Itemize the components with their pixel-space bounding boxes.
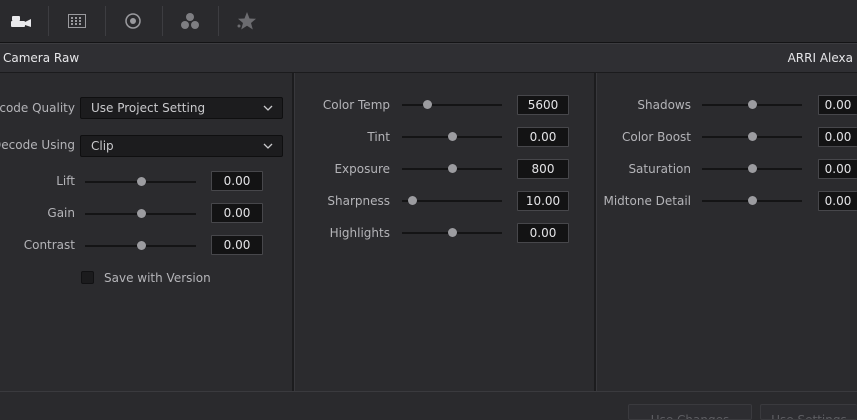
chevron-down-icon bbox=[263, 143, 273, 149]
color-boost-field[interactable]: 0.00 bbox=[818, 127, 857, 147]
lift-slider[interactable] bbox=[85, 176, 196, 188]
slider-knob[interactable] bbox=[408, 196, 417, 205]
toolbar-separator bbox=[218, 6, 219, 36]
lift-field[interactable]: 0.00 bbox=[211, 171, 263, 191]
tint-field[interactable]: 0.00 bbox=[517, 127, 569, 147]
column-divider bbox=[594, 73, 597, 391]
slider-knob[interactable] bbox=[136, 241, 146, 250]
highlights-slider[interactable] bbox=[402, 227, 502, 239]
slider-knob[interactable] bbox=[748, 100, 757, 109]
column-divider bbox=[292, 73, 295, 391]
toolbar-separator bbox=[105, 6, 106, 36]
page-title: Camera Raw bbox=[3, 51, 80, 65]
contrast-field[interactable]: 0.00 bbox=[211, 235, 263, 255]
slider-knob[interactable] bbox=[748, 132, 757, 141]
sharpness-slider[interactable] bbox=[402, 195, 502, 207]
midtone-detail-field[interactable]: 0.00 bbox=[818, 191, 857, 211]
saturation-label: Saturation bbox=[628, 162, 691, 176]
color-chart-icon[interactable] bbox=[62, 7, 92, 35]
slider-knob[interactable] bbox=[448, 132, 457, 141]
target-icon[interactable] bbox=[118, 7, 148, 35]
camera-raw-icon[interactable] bbox=[6, 7, 36, 35]
toolbar-separator bbox=[48, 6, 49, 36]
toolbar-separator bbox=[162, 6, 163, 36]
save-with-version-label: Save with Version bbox=[104, 271, 211, 285]
midtone-detail-label: Midtone Detail bbox=[603, 194, 691, 208]
gain-label: Gain bbox=[47, 206, 75, 220]
slider-knob[interactable] bbox=[748, 164, 757, 173]
decode-using-value: Clip bbox=[91, 139, 114, 153]
toolbar bbox=[0, 0, 857, 42]
decode-using-dropdown[interactable]: Clip bbox=[80, 135, 283, 157]
sharpness-label: Sharpness bbox=[327, 194, 390, 208]
color-boost-slider[interactable] bbox=[702, 131, 802, 143]
save-with-version-checkbox[interactable] bbox=[81, 271, 94, 284]
midtone-detail-slider[interactable] bbox=[702, 195, 802, 207]
shadows-label: Shadows bbox=[637, 98, 691, 112]
decode-quality-value: Use Project Setting bbox=[91, 101, 206, 115]
use-changes-button[interactable]: Use Changes bbox=[628, 404, 752, 420]
chevron-down-icon bbox=[263, 105, 273, 111]
decode-quality-dropdown[interactable]: Use Project Setting bbox=[80, 97, 283, 119]
color-temp-label: Color Temp bbox=[322, 98, 390, 112]
color-temp-slider[interactable] bbox=[402, 99, 502, 111]
decode-quality-label: Decode Quality bbox=[0, 101, 75, 115]
camera-type: ARRI Alexa bbox=[787, 51, 853, 65]
exposure-field[interactable]: 800 bbox=[517, 159, 569, 179]
lift-label: Lift bbox=[56, 174, 75, 188]
footer-bar: Use Changes Use Settings bbox=[0, 392, 857, 420]
gain-slider[interactable] bbox=[85, 208, 196, 220]
color-boost-label: Color Boost bbox=[621, 130, 691, 144]
shadows-field[interactable]: 0.00 bbox=[818, 95, 857, 115]
camera-raw-panel: Camera Raw ARRI Alexa Decode Quality Use… bbox=[0, 0, 857, 420]
shadows-slider[interactable] bbox=[702, 99, 802, 111]
highlights-label: Highlights bbox=[329, 226, 390, 240]
slider-knob[interactable] bbox=[136, 209, 146, 218]
contrast-label: Contrast bbox=[23, 238, 75, 252]
sharpness-field[interactable]: 10.00 bbox=[517, 191, 569, 211]
saturation-slider[interactable] bbox=[702, 163, 802, 175]
tint-slider[interactable] bbox=[402, 131, 502, 143]
header-divider bbox=[0, 72, 857, 73]
color-temp-field[interactable]: 5600 bbox=[517, 95, 569, 115]
magic-star-icon[interactable] bbox=[231, 7, 261, 35]
decode-using-label: Decode Using bbox=[0, 138, 75, 152]
slider-knob[interactable] bbox=[136, 177, 146, 186]
saturation-field[interactable]: 0.00 bbox=[818, 159, 857, 179]
highlights-field[interactable]: 0.00 bbox=[517, 223, 569, 243]
contrast-slider[interactable] bbox=[85, 240, 196, 252]
slider-knob[interactable] bbox=[423, 100, 432, 109]
slider-track bbox=[402, 200, 502, 202]
tint-label: Tint bbox=[367, 130, 390, 144]
color-wheels-icon[interactable] bbox=[175, 7, 205, 35]
exposure-slider[interactable] bbox=[402, 163, 502, 175]
slider-knob[interactable] bbox=[748, 196, 757, 205]
slider-track bbox=[402, 104, 502, 106]
panel-header: Camera Raw ARRI Alexa bbox=[0, 44, 857, 72]
exposure-label: Exposure bbox=[334, 162, 390, 176]
use-settings-button[interactable]: Use Settings bbox=[760, 404, 857, 420]
slider-knob[interactable] bbox=[448, 228, 457, 237]
slider-knob[interactable] bbox=[448, 164, 457, 173]
gain-field[interactable]: 0.00 bbox=[211, 203, 263, 223]
